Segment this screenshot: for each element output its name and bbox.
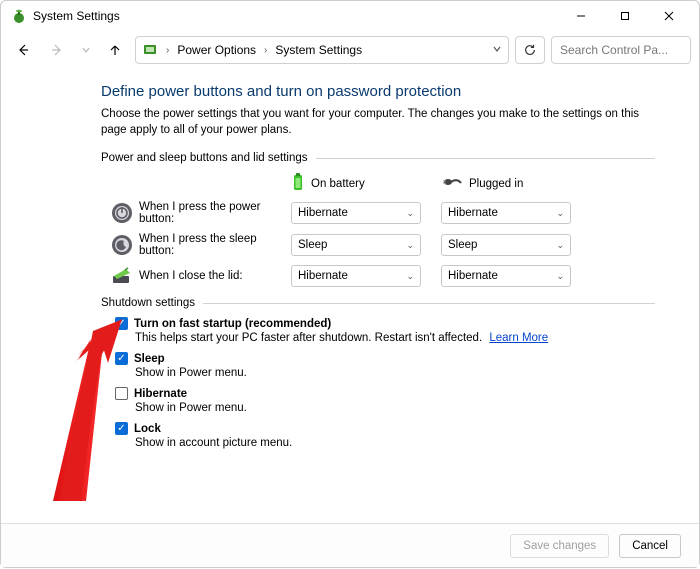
search-placeholder: Search Control Pa... <box>560 43 668 57</box>
sleep-button-row: When I press the sleep button: Sleep ⌄ S… <box>111 233 655 257</box>
on-battery-header: On battery <box>291 172 441 195</box>
power-section-label: Power and sleep buttons and lid settings <box>101 152 655 164</box>
search-input[interactable]: Search Control Pa... <box>551 36 691 64</box>
close-lid-plugged-select[interactable]: Hibernate ⌄ <box>441 265 571 287</box>
content-area: Define power buttons and turn on passwor… <box>1 69 699 449</box>
nav-row: › Power Options › System Settings Search… <box>1 31 699 69</box>
sleep-button-label: When I press the sleep button: <box>139 233 291 257</box>
close-button[interactable] <box>647 1 691 31</box>
power-button-row: When I press the power button: Hibernate… <box>111 201 655 225</box>
plug-icon <box>441 175 463 192</box>
recent-locations-button[interactable] <box>77 36 95 64</box>
power-button-label: When I press the power button: <box>139 201 291 225</box>
chevron-down-icon: ⌄ <box>406 240 414 251</box>
sleep-button-plugged-select[interactable]: Sleep ⌄ <box>441 234 571 256</box>
plugged-in-header: Plugged in <box>441 172 591 195</box>
footer: Save changes Cancel <box>1 523 699 567</box>
sleep-button-battery-select[interactable]: Sleep ⌄ <box>291 234 421 256</box>
chevron-down-icon: ⌄ <box>406 208 414 219</box>
window-title: System Settings <box>33 9 559 23</box>
power-button-battery-select[interactable]: Hibernate ⌄ <box>291 202 421 224</box>
app-icon <box>11 8 27 24</box>
chevron-down-icon: ⌄ <box>556 240 564 251</box>
sleep-button-icon <box>111 234 133 256</box>
fast-startup-item: Turn on fast startup (recommended) This … <box>115 317 655 344</box>
address-bar[interactable]: › Power Options › System Settings <box>135 36 509 64</box>
column-headers: On battery Plugged in <box>291 172 655 195</box>
lock-desc: Show in account picture menu. <box>135 437 655 449</box>
close-lid-label: When I close the lid: <box>139 270 291 282</box>
breadcrumb-system-settings[interactable]: System Settings <box>275 43 362 57</box>
back-button[interactable] <box>9 36 37 64</box>
hibernate-title: Hibernate <box>134 388 187 400</box>
lid-icon <box>111 265 133 287</box>
breadcrumb-power-options[interactable]: Power Options <box>177 43 256 57</box>
breadcrumb-chevron-icon: › <box>264 45 267 56</box>
cancel-button[interactable]: Cancel <box>619 534 681 558</box>
chevron-down-icon: ⌄ <box>406 271 414 282</box>
close-lid-battery-select[interactable]: Hibernate ⌄ <box>291 265 421 287</box>
shutdown-section-label: Shutdown settings <box>101 297 655 309</box>
title-bar: System Settings <box>1 1 699 31</box>
fast-startup-title: Turn on fast startup (recommended) <box>134 318 331 330</box>
page-heading: Define power buttons and turn on passwor… <box>101 83 655 100</box>
page-subtext: Choose the power settings that you want … <box>101 106 655 138</box>
hibernate-checkbox[interactable] <box>115 387 128 400</box>
maximize-button[interactable] <box>603 1 647 31</box>
up-button[interactable] <box>101 36 129 64</box>
power-button-icon <box>111 202 133 224</box>
section-divider <box>316 158 656 159</box>
section-divider <box>203 303 655 304</box>
breadcrumb-chevron-icon: › <box>166 45 169 56</box>
forward-button[interactable] <box>43 36 71 64</box>
chevron-down-icon: ⌄ <box>556 271 564 282</box>
save-changes-button[interactable]: Save changes <box>510 534 609 558</box>
sleep-checkbox[interactable] <box>115 352 128 365</box>
hibernate-desc: Show in Power menu. <box>135 402 655 414</box>
fast-startup-checkbox[interactable] <box>115 317 128 330</box>
learn-more-link[interactable]: Learn More <box>489 332 548 344</box>
lock-title: Lock <box>134 423 161 435</box>
battery-icon <box>291 172 305 195</box>
address-dropdown-icon[interactable] <box>492 44 502 57</box>
sleep-desc: Show in Power menu. <box>135 367 655 379</box>
minimize-button[interactable] <box>559 1 603 31</box>
hibernate-item: Hibernate Show in Power menu. <box>115 387 655 414</box>
close-lid-row: When I close the lid: Hibernate ⌄ Hibern… <box>111 265 655 287</box>
control-panel-icon <box>142 41 158 60</box>
sleep-item: Sleep Show in Power menu. <box>115 352 655 379</box>
chevron-down-icon: ⌄ <box>556 208 564 219</box>
lock-item: Lock Show in account picture menu. <box>115 422 655 449</box>
fast-startup-desc: This helps start your PC faster after sh… <box>135 332 482 344</box>
lock-checkbox[interactable] <box>115 422 128 435</box>
refresh-button[interactable] <box>515 36 545 64</box>
sleep-title: Sleep <box>134 353 165 365</box>
power-button-plugged-select[interactable]: Hibernate ⌄ <box>441 202 571 224</box>
